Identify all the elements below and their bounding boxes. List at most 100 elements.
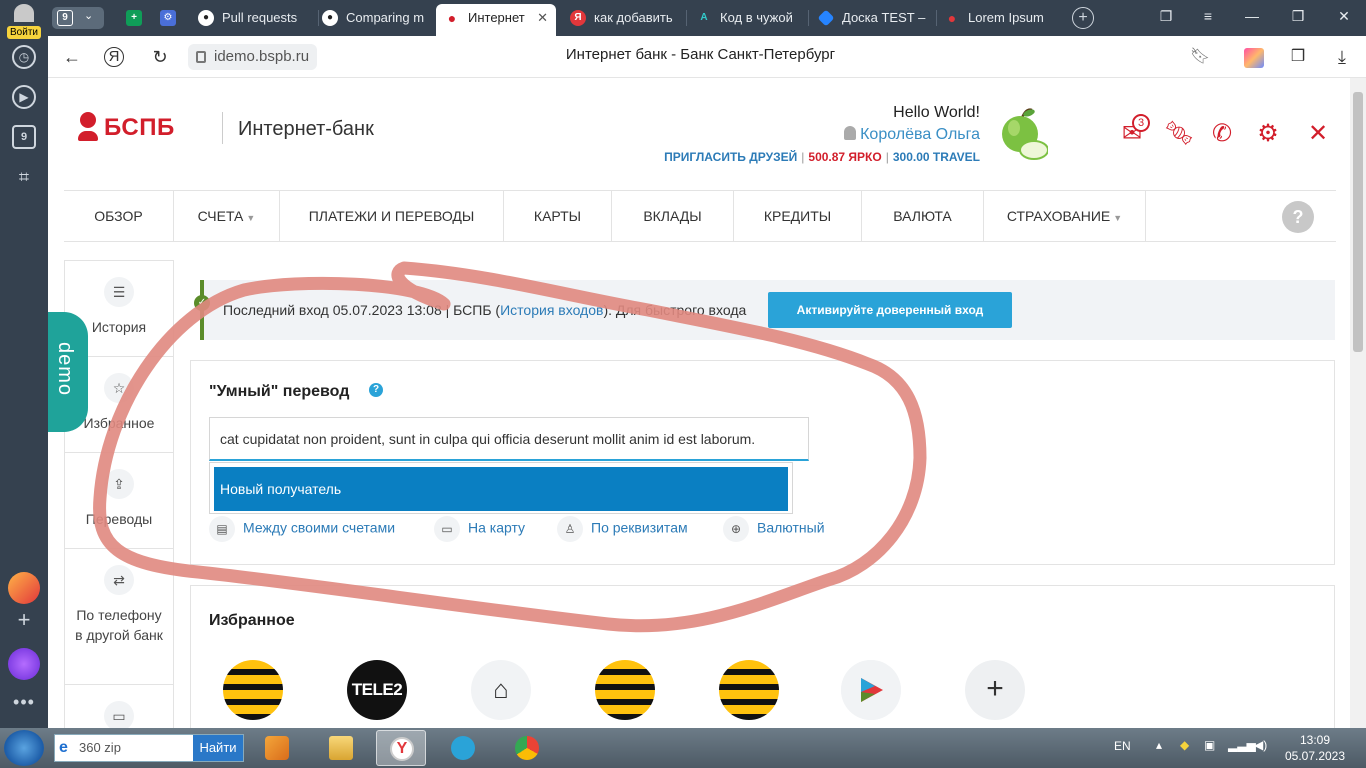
clock[interactable]: 13:09 05.07.2023 (1280, 732, 1350, 764)
yandex-home-icon[interactable]: Я (104, 47, 124, 67)
tab-comparing[interactable]: ● Comparing m (314, 4, 434, 32)
ie-icon: e (59, 739, 68, 756)
network-icon[interactable]: ▂▃▅ (1228, 738, 1256, 752)
logout-close-icon[interactable]: ✕ (1304, 120, 1332, 148)
tab-label: как добавить (594, 10, 673, 25)
add-app-icon[interactable]: + (12, 608, 36, 632)
scrollbar-thumb[interactable] (1353, 92, 1363, 352)
play-icon[interactable] (841, 660, 901, 720)
user-name-link[interactable]: Королёва Ольга (664, 126, 980, 144)
explorer-app[interactable] (316, 730, 366, 766)
tray-usb-icon[interactable]: ▣ (1204, 738, 1215, 752)
restore-icon[interactable]: ❒ (1288, 8, 1308, 25)
media-player-app[interactable] (252, 730, 302, 766)
url-field[interactable]: idemo.bspb.ru (188, 44, 318, 70)
tab-group-button[interactable]: 9 ⌄ (52, 7, 104, 29)
caret-down-icon: ▼ (246, 213, 256, 223)
tabs-count-icon[interactable]: 9 (12, 125, 36, 149)
help-icon[interactable]: ? (1282, 201, 1314, 233)
tray-app-icon[interactable]: ◆ (1180, 738, 1189, 752)
login-button[interactable]: Войти (6, 4, 42, 40)
tab-internet-bank[interactable]: ● Интернет ✕ (436, 4, 556, 36)
add-favorite-icon[interactable]: + (965, 660, 1025, 720)
download-icon[interactable]: ⤓ (1330, 45, 1354, 69)
taskbar-search-input[interactable]: 360 zip (79, 735, 121, 761)
settings-gear-icon[interactable]: ⚙ (1254, 120, 1282, 148)
tab-pinned-sheets[interactable]: + (118, 4, 152, 32)
rail-transfers[interactable]: ⇪ Переводы (65, 453, 173, 549)
suggestion-new-recipient[interactable]: Новый получатель (214, 467, 788, 511)
quick-between-accounts[interactable]: ▤ Между своими счетами (209, 516, 395, 542)
tele2-icon[interactable]: TELE2 (347, 660, 407, 720)
screenshot-icon[interactable]: ⌗ (12, 165, 36, 189)
card-icon: ▭ (434, 516, 460, 542)
taskbar-search-button[interactable]: Найти (193, 735, 243, 761)
back-icon[interactable]: ← (60, 45, 84, 69)
quick-currency[interactable]: ⊕ Валютный (723, 516, 825, 542)
start-button[interactable] (4, 730, 44, 766)
language-indicator[interactable]: EN (1114, 739, 1131, 753)
nav-label: Платежи и переводы (308, 208, 475, 224)
invite-friends-link[interactable]: ПРИГЛАСИТЬ ДРУЗЕЙ (664, 150, 797, 164)
tab-pull-requests[interactable]: ● Pull requests (190, 4, 318, 32)
smart-transfer-input[interactable]: cat cupidatat non proident, sunt in culp… (209, 417, 809, 461)
bookmark-icon[interactable]: 🔖︎ (1188, 45, 1212, 69)
collections-icon[interactable]: ❒ (1286, 45, 1310, 69)
telegram-app[interactable] (438, 730, 488, 766)
nav-payments[interactable]: Платежи и переводы (280, 191, 504, 241)
rail-phone-transfer[interactable]: ⇄ По телефону в другой банк (65, 549, 173, 685)
chrome-icon (515, 736, 539, 760)
nav-currency[interactable]: Валюта (862, 191, 984, 241)
bonus-yarko-link[interactable]: 500.87 ЯРКО (808, 150, 881, 164)
minimize-icon[interactable]: — (1242, 8, 1262, 24)
house-icon[interactable]: ⌂ (471, 660, 531, 720)
close-tab-icon[interactable]: ✕ (537, 4, 548, 32)
page-scrollbar[interactable] (1350, 78, 1366, 728)
rail-wallet[interactable]: ▭ (65, 685, 173, 728)
reload-icon[interactable]: ↻ (148, 45, 172, 69)
yandex-browser-app[interactable]: Y (376, 730, 426, 766)
code-icon: A (700, 12, 708, 23)
beeline-icon[interactable] (223, 660, 283, 720)
menu-icon[interactable]: ≡ (1198, 8, 1218, 24)
more-icon[interactable]: ••• (12, 690, 36, 714)
tab-lorem[interactable]: ● Lorem Ipsum (936, 4, 1056, 32)
help-question-icon[interactable]: ? (369, 383, 383, 397)
nav-insurance[interactable]: Страхование ▼ (984, 191, 1146, 241)
tab-doska[interactable]: Доска TEST – (810, 4, 936, 32)
play-circle-icon[interactable]: ▶ (12, 85, 36, 109)
tab-kak-dobavit[interactable]: Якак добавить (562, 4, 682, 32)
phone-icon[interactable]: ✆ (1208, 120, 1236, 148)
chrome-app[interactable] (502, 730, 552, 766)
nav-overview[interactable]: Обзор (64, 191, 174, 241)
apple-avatar-icon[interactable] (996, 106, 1048, 162)
activate-trusted-login-button[interactable]: Активируйте доверенный вход (768, 292, 1012, 328)
bonus-travel-link[interactable]: 300.00 TRAVEL (893, 150, 980, 164)
quick-to-card[interactable]: ▭ На карту (434, 516, 525, 542)
beeline-icon[interactable] (719, 660, 779, 720)
mail-app-icon[interactable] (8, 572, 40, 604)
nav-credits[interactable]: Кредиты (734, 191, 862, 241)
close-window-icon[interactable]: ✕ (1334, 8, 1354, 25)
nav-label: Кредиты (763, 208, 832, 224)
candy-icon[interactable]: 🍬︎ (1164, 120, 1194, 148)
nav-cards[interactable]: Карты (504, 191, 612, 241)
extension-colorful-icon[interactable] (1244, 48, 1264, 68)
greeting: Hello World! (893, 104, 980, 121)
new-tab-icon[interactable]: + (1072, 7, 1094, 29)
nav-accounts[interactable]: Счета ▼ (174, 191, 280, 241)
quick-by-requisites[interactable]: ♙ По реквизитам (557, 516, 688, 542)
tray-expand-icon[interactable]: ▴ (1156, 738, 1162, 752)
history-clock-icon[interactable]: ◷ (12, 45, 36, 69)
volume-icon[interactable]: ◀) (1254, 738, 1267, 752)
collections-icon[interactable]: ❐ (1156, 8, 1176, 25)
beeline-icon[interactable] (595, 660, 655, 720)
login-history-link[interactable]: История входов (500, 302, 603, 318)
check-icon: ✓ (194, 295, 210, 311)
tab-pinned-ext[interactable]: ⚙ (152, 4, 186, 32)
suggestion-dropdown: Новый получатель (209, 462, 793, 514)
demo-tag[interactable]: demo (48, 312, 88, 432)
tab-kod[interactable]: A Код в чужой (688, 4, 806, 32)
alice-icon[interactable] (8, 648, 40, 680)
nav-deposits[interactable]: Вклады (612, 191, 734, 241)
